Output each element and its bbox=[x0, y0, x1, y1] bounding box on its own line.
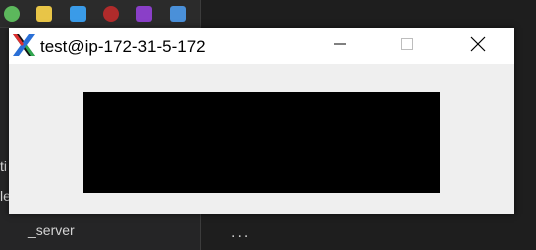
taskbar-app-icon[interactable] bbox=[36, 6, 52, 22]
black-canvas[interactable] bbox=[83, 92, 440, 193]
window-title: test@ip-172-31-5-172 bbox=[40, 37, 206, 56]
close-icon bbox=[470, 36, 486, 57]
maximize-button[interactable] bbox=[384, 28, 430, 64]
window-titlebar[interactable]: test@ip-172-31-5-172 bbox=[9, 28, 514, 64]
x11-icon bbox=[12, 33, 36, 57]
taskbar-app-icon[interactable] bbox=[103, 6, 119, 22]
close-button[interactable] bbox=[455, 28, 501, 64]
taskbar-app-icon[interactable] bbox=[70, 6, 86, 22]
x11-window[interactable]: test@ip-172-31-5-172 bbox=[9, 28, 514, 214]
editor-ellipsis: ... bbox=[231, 224, 251, 241]
background-taskbar bbox=[0, 0, 200, 28]
taskbar-app-icon[interactable] bbox=[136, 6, 152, 22]
sidebar-text: _server bbox=[28, 222, 75, 238]
taskbar-app-icon[interactable] bbox=[4, 6, 20, 22]
minimize-button[interactable] bbox=[317, 28, 363, 64]
sidebar-text: ti bbox=[0, 158, 7, 174]
minimize-icon bbox=[333, 37, 347, 56]
maximize-icon bbox=[400, 37, 414, 56]
taskbar-app-icon[interactable] bbox=[170, 6, 186, 22]
